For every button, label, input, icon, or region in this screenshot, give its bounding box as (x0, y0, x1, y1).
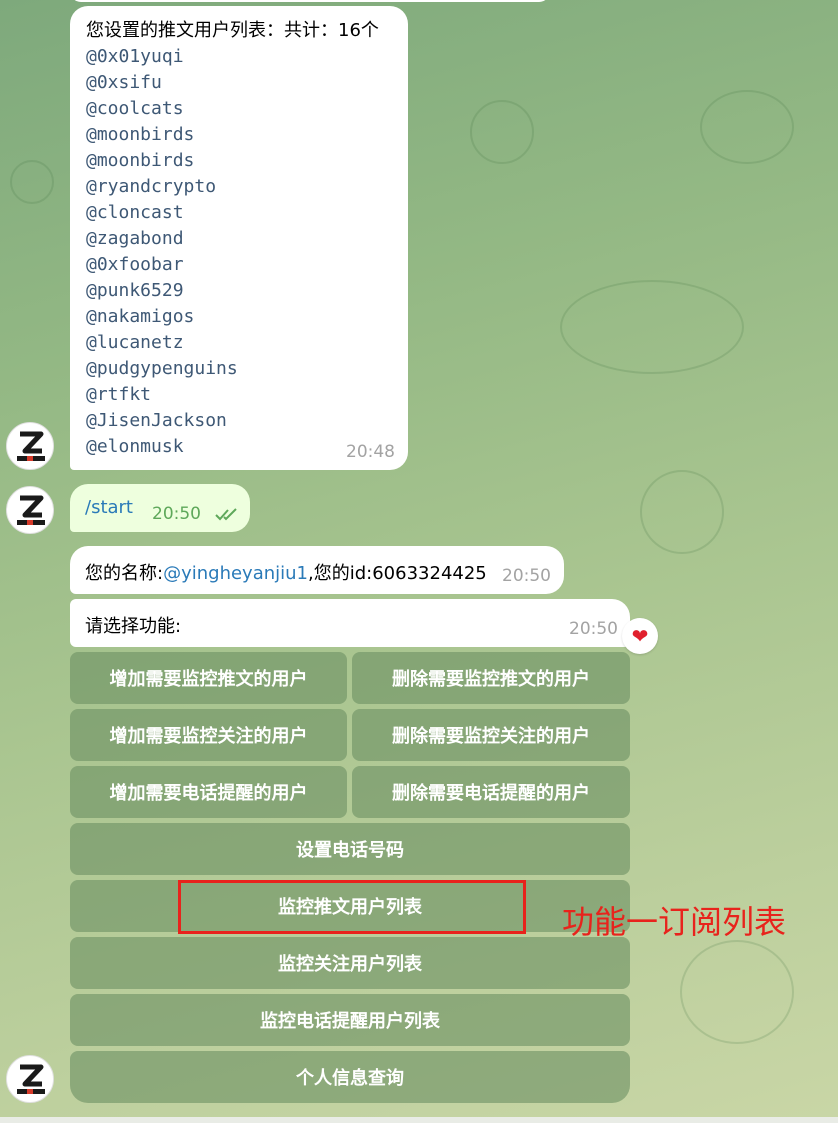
handle-item: @moonbirds (86, 124, 195, 145)
bot-logo-icon (17, 495, 45, 525)
handle-item: @0xsifu (86, 72, 162, 93)
name-label: 您的名称: (85, 563, 164, 584)
bot-logo-icon (17, 431, 45, 461)
bottom-divider (0, 1117, 838, 1123)
set-phone-number-button[interactable]: 设置电话号码 (70, 823, 630, 875)
remove-phone-alert-user-button[interactable]: 删除需要电话提醒的用户 (352, 766, 630, 818)
message-time: 20:50 (152, 504, 201, 524)
handle-item: @zagabond (86, 228, 184, 249)
handle-item: @punk6529 (86, 280, 184, 301)
bot-avatar[interactable] (6, 486, 54, 534)
follow-user-list-button[interactable]: 监控关注用户列表 (70, 937, 630, 989)
remove-follow-user-button[interactable]: 删除需要监控关注的用户 (352, 709, 630, 761)
message-time: 20:50 (569, 619, 618, 639)
background-doodle (470, 100, 534, 164)
start-command-text[interactable]: /start (85, 497, 133, 518)
background-doodle (640, 470, 724, 554)
add-phone-alert-user-button[interactable]: 增加需要电话提醒的用户 (70, 766, 347, 818)
bot-avatar[interactable] (6, 1055, 54, 1103)
username-link[interactable]: @yingheyanjiu1 (163, 563, 308, 584)
handle-item: @0xfoobar (86, 254, 184, 275)
handle-item: @moonbirds (86, 150, 195, 171)
add-follow-user-button[interactable]: 增加需要监控关注的用户 (70, 709, 347, 761)
phone-alert-user-list-button[interactable]: 监控电话提醒用户列表 (70, 994, 630, 1046)
bot-avatar[interactable] (6, 422, 54, 470)
handle-item: @rtfkt (86, 384, 152, 405)
handle-item: @0x01yuqi (86, 46, 184, 67)
handle-list: @0x01yuqi @0xsifu @coolcats @moonbirds @… (86, 44, 392, 460)
handle-item: @JisenJackson (86, 410, 227, 431)
annotation-label: 功能一订阅列表 (562, 903, 787, 941)
handle-item: @ryandcrypto (86, 176, 217, 197)
personal-info-query-button[interactable]: 个人信息查询 (70, 1051, 630, 1103)
handle-item: @cloncast (86, 202, 184, 223)
handle-item: @nakamigos (86, 306, 195, 327)
message-user-info: 您的名称:@yingheyanjiu1,您的id:6063324425 20:5… (70, 546, 564, 594)
bot-logo-icon (17, 1064, 45, 1094)
handle-item: @lucanetz (86, 332, 184, 353)
user-info-text: 您的名称:@yingheyanjiu1,您的id:6063324425 (85, 559, 487, 585)
add-tweet-user-button[interactable]: 增加需要监控推文的用户 (70, 652, 347, 704)
background-doodle (680, 940, 794, 1044)
list-header: 您设置的推文用户列表：共计：16个 (86, 20, 379, 41)
message-time: 20:48 (346, 442, 395, 462)
user-id-text: ,您的id:6063324425 (308, 563, 487, 584)
background-doodle (560, 280, 744, 374)
choose-function-text: 请选择功能: (85, 616, 182, 637)
handle-item: @coolcats (86, 98, 184, 119)
handle-item: @pudgypenguins (86, 358, 238, 379)
remove-tweet-user-button[interactable]: 删除需要监控推文的用户 (352, 652, 630, 704)
double-check-icon (215, 508, 237, 521)
message-time: 20:50 (502, 566, 551, 586)
background-doodle (700, 90, 794, 164)
message-choose-function: 请选择功能: 20:50 (70, 599, 630, 647)
message-start-command: /start 20:50 (70, 484, 250, 532)
heart-reaction-icon[interactable]: ❤ (622, 618, 658, 654)
annotation-highlight-box (178, 880, 526, 934)
background-doodle (10, 160, 54, 204)
message-handle-list: 您设置的推文用户列表：共计：16个 @0x01yuqi @0xsifu @coo… (70, 6, 408, 470)
previous-message-edge (70, 0, 550, 2)
